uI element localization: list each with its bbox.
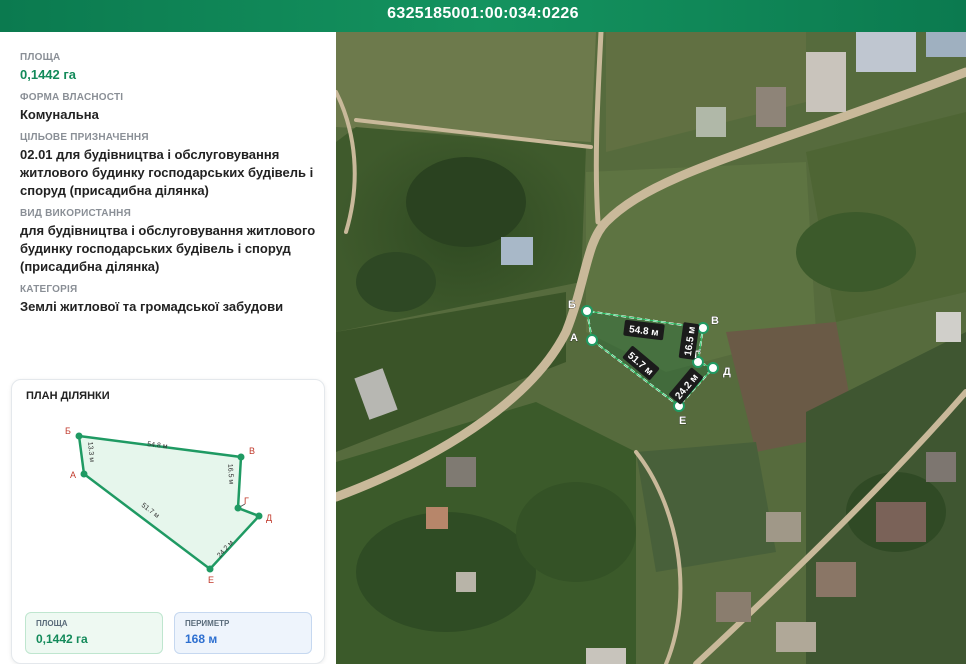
plan-label-e: Е	[208, 575, 214, 585]
plan-label-v: В	[249, 446, 255, 456]
ownership-value: Комунальна	[20, 107, 99, 122]
category-value: Землі житлової та громадської забудови	[20, 299, 284, 314]
map-label-a: А	[570, 332, 578, 344]
plan-label-a: А	[70, 470, 76, 480]
plan-vertex-v	[237, 453, 245, 461]
map-label-b: Б	[568, 299, 576, 311]
usage-label: ВИД ВИКОРИСТАННЯ	[20, 208, 131, 219]
plan-vertex-e	[206, 565, 214, 573]
category-label: КАТЕГОРІЯ	[20, 284, 78, 295]
area-summary-value: 0,1442 га	[36, 632, 88, 646]
map-vertex-a[interactable]	[586, 334, 598, 346]
cadastral-number: 6325185001:00:034:0226	[387, 5, 579, 22]
plan-label-b: Б	[65, 426, 71, 436]
parcel-plan-card: ПЛАН ДІЛЯНКИ А Б В Г Д Е 13.3 м 54.8 м 1…	[11, 379, 325, 664]
map-canvas[interactable]: А Б В Г Д Е 54.8 м 16.5 м 51.7 м 24.2 м	[336, 32, 966, 664]
plan-vertex-a	[80, 470, 88, 478]
plan-vertex-b	[75, 432, 83, 440]
header-bar: 6325185001:00:034:0226	[0, 0, 966, 32]
purpose-label: ЦІЛЬОВЕ ПРИЗНАЧЕННЯ	[20, 132, 149, 143]
plan-label-g: Г	[244, 496, 249, 506]
ownership-label: ФОРМА ВЛАСНОСТІ	[20, 92, 124, 103]
plan-parcel-shape	[77, 434, 262, 571]
parcel-plan-diagram: А Б В Г Д Е 13.3 м 54.8 м 16.5 м 24.2 м …	[65, 426, 272, 585]
purpose-value: 02.01 для будівництва і обслуговування ж…	[20, 147, 314, 198]
perimeter-summary-label: ПЕРИМЕТР	[185, 619, 230, 628]
parcel-info: ПЛОЩА 0,1442 га ФОРМА ВЛАСНОСТІ Комуналь…	[20, 52, 320, 324]
satellite-map[interactable]: А Б В Г Д Е 54.8 м 16.5 м 51.7 м 24.2 м	[336, 32, 966, 664]
map-vertex-v[interactable]	[697, 322, 709, 334]
map-label-v: В	[711, 315, 719, 327]
map-label-d: Д	[723, 366, 731, 378]
area-summary-card: ПЛОЩА 0,1442 га	[25, 612, 163, 654]
map-vertex-d[interactable]	[707, 362, 719, 374]
plan-side-vg: 16.5 м	[226, 464, 234, 485]
plan-vertex-d	[255, 512, 263, 520]
area-summary-label: ПЛОЩА	[36, 619, 68, 628]
perimeter-summary-value: 168 м	[185, 632, 218, 646]
plan-vertex-g	[234, 504, 242, 512]
area-value: 0,1442 га	[20, 67, 77, 82]
perimeter-summary-card: ПЕРИМЕТР 168 м	[174, 612, 312, 654]
plan-label-d: Д	[266, 513, 272, 523]
usage-value: для будівництва і обслуговування житлово…	[20, 223, 316, 274]
map-vertex-b[interactable]	[581, 305, 593, 317]
map-label-e: Е	[679, 415, 686, 427]
info-panel: ПЛОЩА 0,1442 га ФОРМА ВЛАСНОСТІ Комуналь…	[0, 32, 336, 664]
area-label: ПЛОЩА	[20, 52, 61, 63]
